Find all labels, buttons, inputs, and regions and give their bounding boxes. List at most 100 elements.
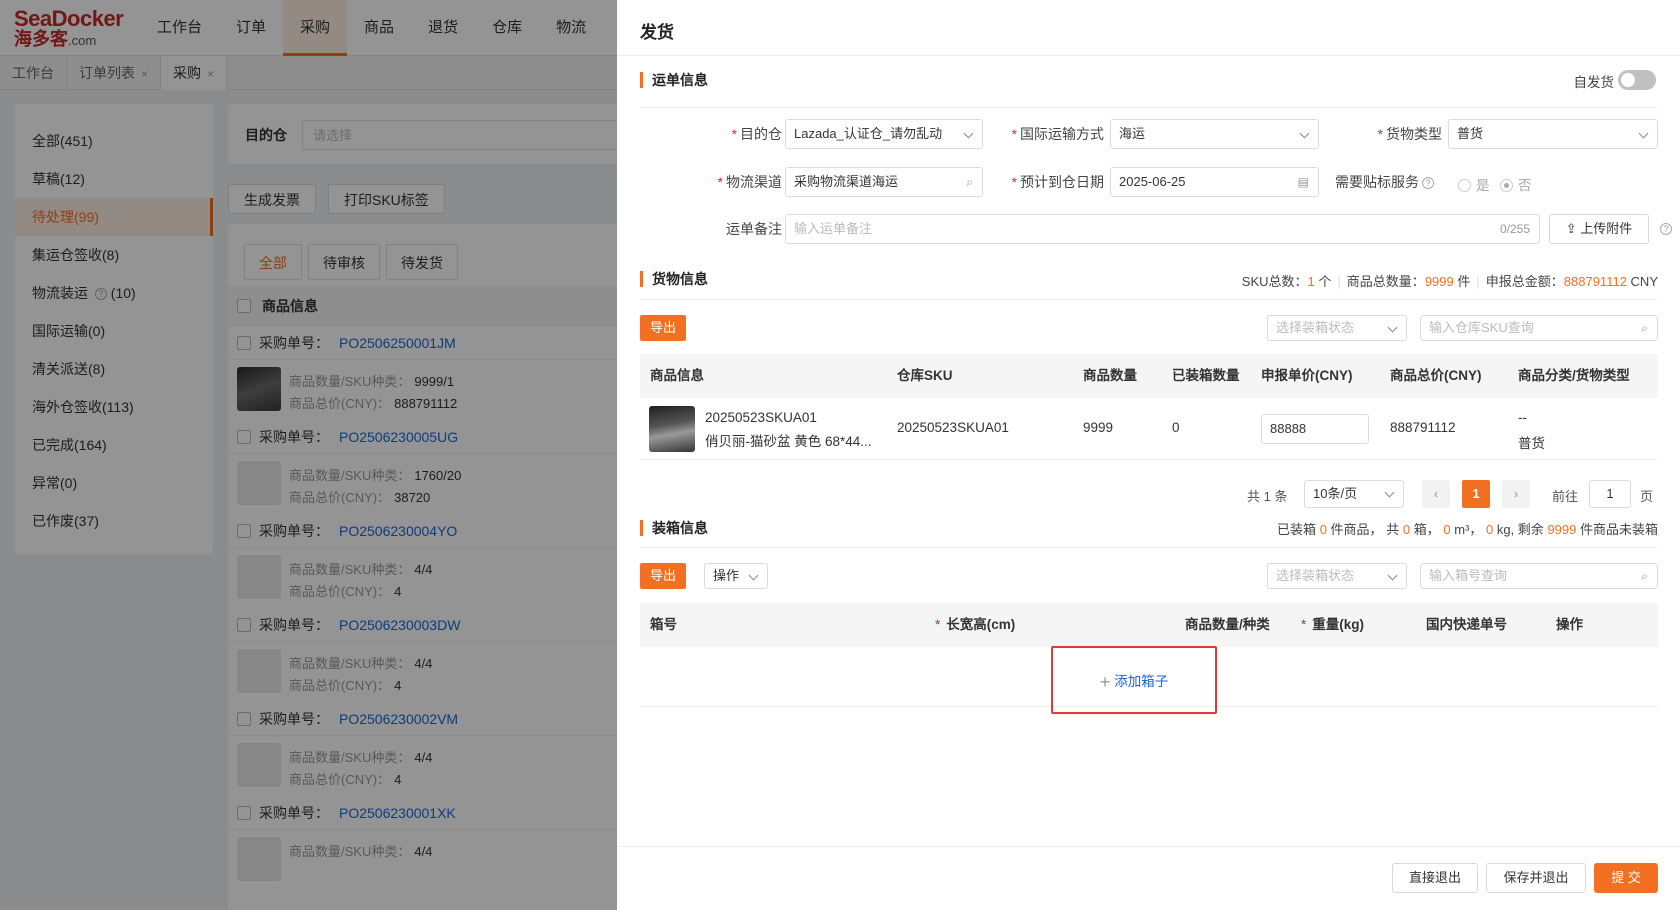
goods-export-button[interactable]: 导出 xyxy=(640,315,687,341)
chevron-down-icon xyxy=(963,128,974,139)
upload-icon: ⇪ xyxy=(1565,221,1577,236)
sku-total-unit: 个 xyxy=(1318,274,1332,289)
sku-search-placeholder: 输入仓库SKU查询 xyxy=(1429,320,1534,335)
chevron-down-icon xyxy=(1384,487,1395,498)
chevron-down-icon xyxy=(1387,322,1398,333)
box-status-select[interactable]: 选择装箱状态 xyxy=(1267,563,1407,589)
cargo-type: 普货 xyxy=(1518,436,1545,451)
packing-table-header: 箱号 * 长宽高(cm) 商品数量/种类 * 重量(kg) 国内快递单号 操作 xyxy=(640,603,1658,647)
product-name: 俏贝丽-猫砂盆 黄色 68*44... xyxy=(705,434,872,449)
calendar-icon: ▤ xyxy=(1297,175,1309,189)
add-box-label: 添加箱子 xyxy=(1114,674,1169,689)
operations-dropdown[interactable]: 操作 xyxy=(704,563,768,589)
boxed-qty: 0 xyxy=(1172,420,1180,435)
chevron-down-icon xyxy=(748,570,759,581)
col-category: 商品分类/货物类型 xyxy=(1518,368,1630,383)
section-waybill-title: 运单信息 xyxy=(640,72,708,88)
chevron-down-icon xyxy=(1638,128,1649,139)
col-dimensions: 长宽高(cm) xyxy=(946,617,1016,632)
search-icon: ⌕ xyxy=(966,175,973,189)
summary-text: 箱， xyxy=(1413,522,1440,537)
col-tracking-no: 国内快递单号 xyxy=(1426,617,1507,632)
goto-label: 前往 xyxy=(1552,489,1579,504)
cargo-type-label: * 货物类型 xyxy=(1377,126,1442,142)
table-row: 20250523SKUA01 俏贝丽-猫砂盆 黄色 68*44... 20250… xyxy=(640,398,1658,460)
channel-label: * 物流渠道 xyxy=(717,174,782,190)
dest-label-text: 目的仓 xyxy=(740,126,782,142)
transport-select[interactable]: 海运 xyxy=(1110,119,1319,149)
goods-summary: SKU总数：1 个 | 商品总数量：9999 件 | 申报总金额：888791112 C… xyxy=(1241,274,1658,289)
page-suffix: 页 xyxy=(1640,489,1654,504)
page-size-select[interactable]: 10条/页 xyxy=(1304,480,1404,508)
page-1-button[interactable]: 1 xyxy=(1462,480,1490,508)
remark-label: 运单备注 xyxy=(726,221,782,237)
box-status-placeholder: 选择装箱状态 xyxy=(1276,320,1355,335)
col-box-qty: 商品数量/种类 xyxy=(1185,617,1270,632)
divider xyxy=(640,107,1658,108)
remaining-value: 9999 xyxy=(1547,522,1577,537)
cargo-type-value: 普货 xyxy=(1457,126,1484,141)
box-search-placeholder: 输入箱号查询 xyxy=(1429,568,1508,583)
summary-text: 共 xyxy=(1386,522,1400,537)
cargo-type-select[interactable]: 普货 xyxy=(1448,119,1658,149)
sku-total-value: 1 xyxy=(1307,274,1315,289)
packing-summary: 已装箱 0 件商品， 共 0 箱， 0 m³， 0 kg, 剩余 9999 件商… xyxy=(1277,519,1658,538)
volume-value: 0 xyxy=(1443,522,1451,537)
label-service-yes[interactable]: 是 xyxy=(1458,174,1490,194)
sku-total-label: SKU总数： xyxy=(1241,274,1308,289)
unit-price-value: 88888 xyxy=(1270,421,1307,436)
save-exit-button[interactable]: 保存并退出 xyxy=(1486,863,1586,893)
next-page-button[interactable]: › xyxy=(1502,480,1530,508)
box-count-value: 0 xyxy=(1402,522,1411,537)
section-goods-title: 货物信息 xyxy=(640,271,708,287)
transport-label: * 国际运输方式 xyxy=(1011,126,1104,142)
col-boxed-qty: 已装箱数量 xyxy=(1172,368,1240,383)
amount-label: 申报总金额： xyxy=(1485,274,1564,289)
sku-search-input[interactable]: 输入仓库SKU查询 ⌕ xyxy=(1420,315,1658,341)
prev-page-button[interactable]: ‹ xyxy=(1422,480,1450,508)
add-box-button[interactable]: + 添加箱子 xyxy=(1053,670,1215,693)
box-status-select[interactable]: 选择装箱状态 xyxy=(1267,315,1407,341)
self-ship-label: 自发货 xyxy=(1573,75,1615,90)
warehouse-sku: 20250523SKUA01 xyxy=(897,420,1009,435)
upload-label: 上传附件 xyxy=(1580,221,1633,236)
summary-text: 件商品， xyxy=(1330,522,1383,537)
channel-label-text: 物流渠道 xyxy=(726,174,782,190)
amount-value: 888791112 xyxy=(1563,274,1627,289)
eta-date-picker[interactable]: 2025-06-25 ▤ xyxy=(1110,167,1319,197)
qty-total-unit: 件 xyxy=(1457,274,1471,289)
divider xyxy=(640,547,1658,548)
destination-value: Lazada_认证仓_请勿乱动 xyxy=(794,126,943,141)
product-sku: 20250523SKUA01 xyxy=(705,410,817,425)
destination-select[interactable]: Lazada_认证仓_请勿乱动 xyxy=(785,119,983,149)
channel-search-input[interactable]: 采购物流渠道海运 ⌕ xyxy=(785,167,983,197)
goto-page-input[interactable]: 1 xyxy=(1589,480,1631,508)
col-warehouse-sku: 仓库SKU xyxy=(897,368,953,383)
upload-attachment-button[interactable]: ⇪ 上传附件 xyxy=(1549,214,1649,244)
product-thumbnail xyxy=(649,406,695,452)
help-icon[interactable]: ? xyxy=(1660,223,1672,235)
col-product-info: 商品信息 xyxy=(650,368,704,383)
label-service-no[interactable]: 否 xyxy=(1500,174,1532,194)
summary-text: m³， xyxy=(1454,522,1483,537)
radio-yes[interactable] xyxy=(1458,179,1471,192)
col-qty: 商品数量 xyxy=(1083,368,1137,383)
cargo-label-text: 货物类型 xyxy=(1386,126,1442,142)
exit-button[interactable]: 直接退出 xyxy=(1392,863,1478,893)
remark-char-count: 0/255 xyxy=(1499,222,1530,236)
unit-price-input[interactable]: 88888 xyxy=(1261,414,1369,444)
qty-total-label: 商品总数量： xyxy=(1346,274,1425,289)
radio-yes-label: 是 xyxy=(1476,178,1490,193)
add-box-highlight: + 添加箱子 xyxy=(1051,646,1217,714)
help-icon: ? xyxy=(1422,177,1434,189)
divider xyxy=(640,299,1658,300)
search-icon: ⌕ xyxy=(1641,321,1648,335)
radio-no[interactable] xyxy=(1500,179,1513,192)
summary-text: 已装箱 xyxy=(1277,522,1317,537)
submit-button[interactable]: 提 交 xyxy=(1594,863,1658,893)
box-search-input[interactable]: 输入箱号查询 ⌕ xyxy=(1420,563,1658,589)
transport-label-text: 国际运输方式 xyxy=(1020,126,1104,142)
remark-input[interactable]: 输入运单备注 0/255 xyxy=(785,214,1540,244)
packing-export-button[interactable]: 导出 xyxy=(640,563,687,589)
self-ship-toggle[interactable] xyxy=(1618,70,1656,90)
